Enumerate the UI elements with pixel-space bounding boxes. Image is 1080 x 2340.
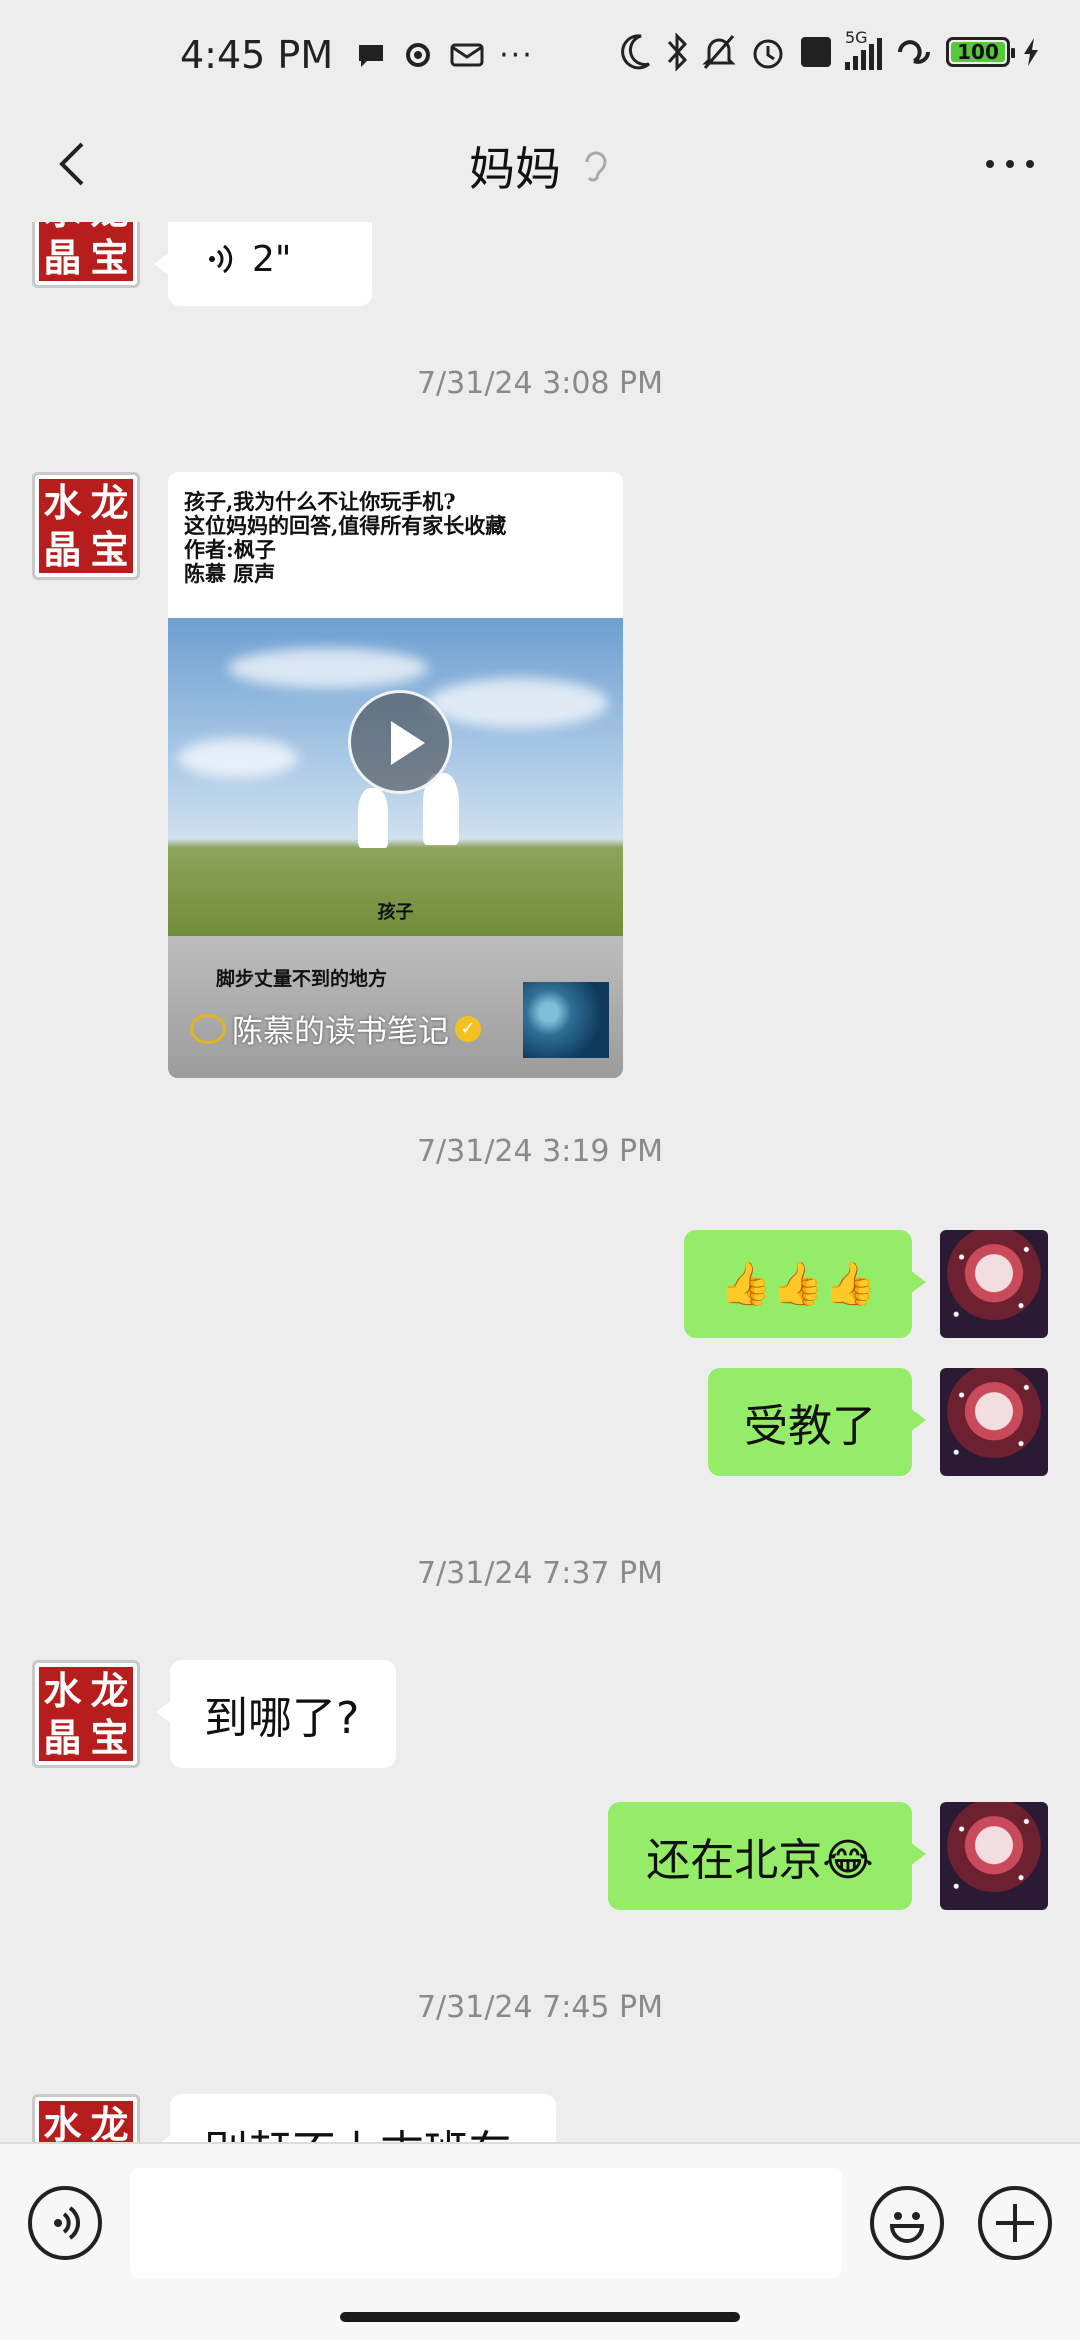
input-bar xyxy=(0,2142,1080,2340)
verified-badge-icon: ✓ xyxy=(455,1015,481,1042)
status-bar: 4:45 PM ··· 5G 100 xyxy=(0,0,1080,110)
timestamp: 7/31/24 3:08 PM xyxy=(416,366,664,401)
voice-message[interactable]: 2" xyxy=(154,222,372,306)
alarm-icon xyxy=(753,39,783,69)
ear-icon xyxy=(585,151,607,182)
timestamp: 7/31/24 3:19 PM xyxy=(416,1134,664,1169)
voice-input-icon[interactable] xyxy=(28,2186,102,2260)
contact-avatar[interactable]: 水龙晶宝 xyxy=(32,2094,140,2142)
hotspot-icon xyxy=(898,40,930,64)
moon-icon xyxy=(621,34,650,70)
video-caption: 孩子 xyxy=(377,902,414,923)
notification-icons: ··· xyxy=(355,38,534,73)
emoji-icon[interactable] xyxy=(870,2186,944,2260)
contact-avatar[interactable]: 水龙晶宝 xyxy=(32,222,140,288)
network-type: 5G xyxy=(845,28,868,47)
incoming-message[interactable]: 别赶不上末班车 xyxy=(156,2094,556,2142)
card-text: 孩子,我为什么不让你玩手机? 这位妈妈的回答,值得所有家长收藏 作者:枫子 陈慕… xyxy=(184,489,507,586)
voice-duration: 2" xyxy=(252,238,292,280)
contact-avatar[interactable]: 水龙晶宝 xyxy=(32,1660,140,1768)
my-avatar[interactable] xyxy=(940,1368,1048,1476)
message-text: 别赶不上末班车 xyxy=(204,2116,512,2142)
play-icon[interactable] xyxy=(348,690,452,794)
message-list[interactable]: 水龙晶宝 2" 7/31/24 3:08 PM 水龙晶宝 孩子,我为什么不让你玩… xyxy=(0,222,1080,2142)
charging-icon xyxy=(1024,38,1038,66)
account-logo-icon xyxy=(190,1013,226,1044)
card-footer: 脚步丈量不到的地方 陈慕的读书笔记 ✓ xyxy=(168,936,623,1078)
chat-title: 妈妈 xyxy=(469,142,561,196)
message-input[interactable] xyxy=(130,2168,842,2278)
source-account[interactable]: 陈慕的读书笔记 ✓ xyxy=(190,1006,481,1051)
outgoing-message[interactable]: 👍👍👍 xyxy=(684,1230,926,1338)
home-indicator[interactable] xyxy=(340,2312,740,2322)
gear-icon xyxy=(406,43,431,67)
message-text: 受教了 xyxy=(744,1401,876,1452)
message-text: 到哪了? xyxy=(204,1693,360,1744)
chat-header: 妈妈 xyxy=(0,110,1080,222)
outgoing-message[interactable]: 受教了 xyxy=(708,1368,926,1476)
my-avatar[interactable] xyxy=(940,1230,1048,1338)
incoming-message[interactable]: 到哪了? xyxy=(156,1660,396,1768)
battery-level: 100 xyxy=(957,40,999,64)
timestamp: 7/31/24 7:37 PM xyxy=(416,1556,664,1591)
more-notifications: ··· xyxy=(499,37,534,73)
message-text: 还在北京😂 xyxy=(646,1835,874,1886)
bell-off-icon xyxy=(702,35,736,69)
bluetooth-icon xyxy=(667,32,688,72)
outgoing-message[interactable]: 还在北京😂 xyxy=(608,1802,926,1910)
account-name: 陈慕的读书笔记 xyxy=(232,1014,449,1050)
more-options-icon[interactable] xyxy=(980,134,1040,194)
mail-icon xyxy=(450,43,484,67)
card-slogan: 脚步丈量不到的地方 xyxy=(216,968,388,990)
account-thumbnail xyxy=(523,982,609,1058)
chat-bubble-icon xyxy=(359,45,384,67)
signal-icon: 5G xyxy=(845,28,882,70)
status-time: 4:45 PM xyxy=(180,33,334,77)
volte-icon xyxy=(801,37,831,67)
plus-icon[interactable] xyxy=(978,2186,1052,2260)
timestamp: 7/31/24 7:45 PM xyxy=(416,1990,664,2025)
contact-avatar[interactable]: 水龙晶宝 xyxy=(32,472,140,580)
battery-icon: 100 xyxy=(946,37,1015,67)
my-avatar[interactable] xyxy=(940,1802,1048,1910)
message-text: 👍👍👍 xyxy=(719,1259,877,1308)
video-share-card[interactable]: 孩子,我为什么不让你玩手机? 这位妈妈的回答,值得所有家长收藏 作者:枫子 陈慕… xyxy=(168,472,623,1078)
voice-wave-icon xyxy=(209,244,233,274)
system-icons: 5G 100 xyxy=(619,28,1040,72)
back-arrow-icon[interactable] xyxy=(44,134,104,194)
